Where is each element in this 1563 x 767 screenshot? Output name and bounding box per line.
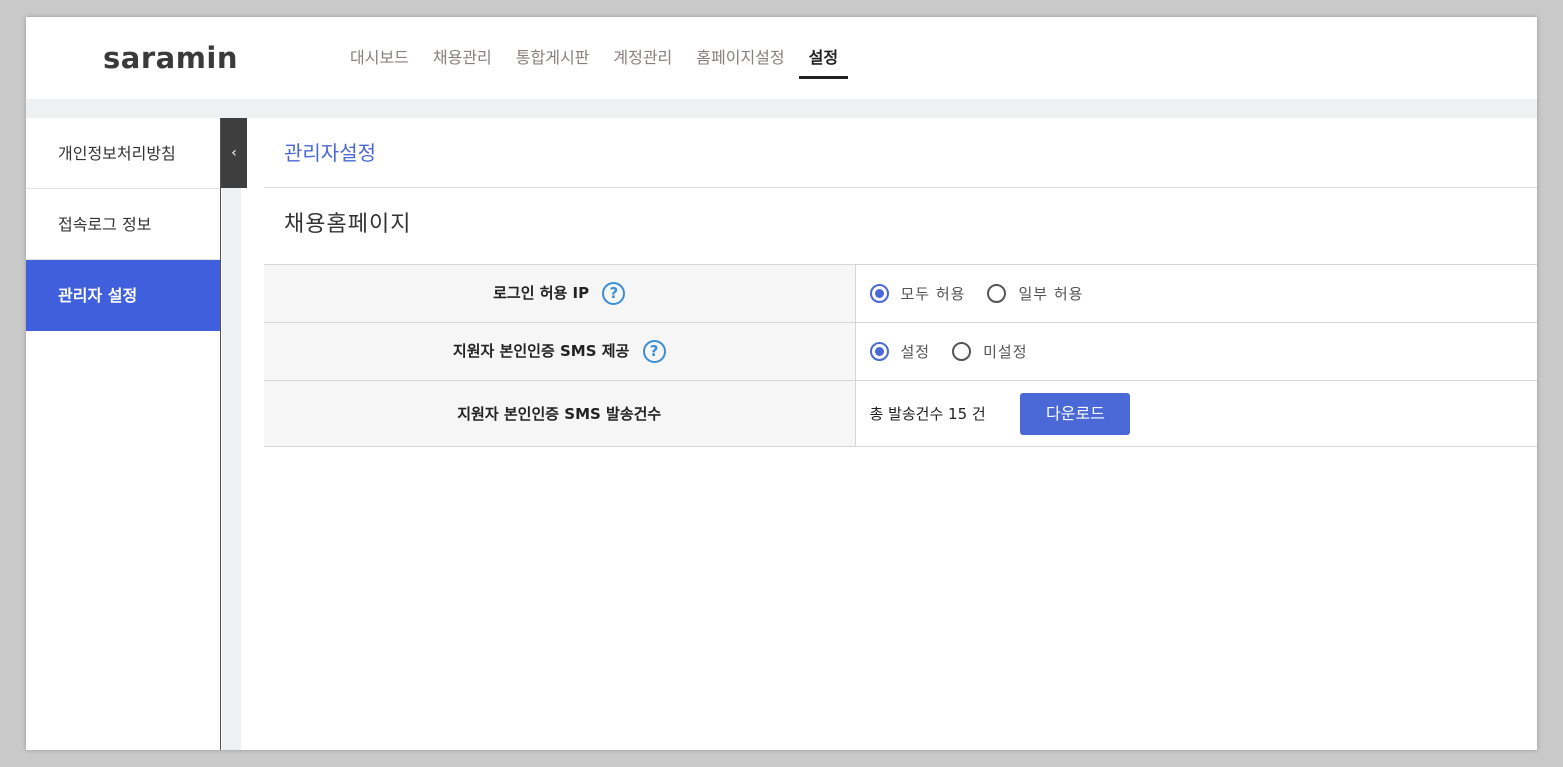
- sidebar-gutter: [222, 188, 241, 750]
- row-label-cell: 로그인 허용 IP ?: [264, 264, 856, 323]
- chevron-left-icon: ‹: [231, 145, 237, 161]
- nav-recruit-management[interactable]: 채용관리: [433, 17, 492, 99]
- row-label-cell: 지원자 본인인증 SMS 제공 ?: [264, 322, 856, 381]
- nav-settings[interactable]: 설정: [798, 17, 849, 99]
- nav-account-management[interactable]: 계정관리: [613, 17, 672, 99]
- sidebar-collapse-button[interactable]: ‹: [221, 118, 247, 188]
- page-title: 관리자설정: [284, 141, 376, 165]
- radio-allow-partial[interactable]: 일부 허용: [987, 283, 1083, 304]
- title-divider: [264, 187, 1537, 188]
- radio-circle[interactable]: [952, 342, 972, 361]
- radio-label: 모두 허용: [900, 285, 966, 303]
- sms-auth-radio-group: 설정 미설정: [869, 341, 1538, 362]
- nav-homepage-settings[interactable]: 홈페이지설정: [696, 17, 784, 99]
- download-button[interactable]: 다운로드: [1020, 392, 1131, 435]
- row-value-cell: 설정 미설정: [855, 322, 1538, 381]
- sidebar: 개인정보처리방침 접속로그 정보 관리자 설정: [26, 118, 221, 750]
- row-label-cell: 지원자 본인인증 SMS 발송건수: [264, 380, 856, 447]
- radio-allow-all[interactable]: 모두 허용: [869, 283, 966, 304]
- top-header: saramin 대시보드 채용관리 통합게시판 계정관리 홈페이지설정 설정: [26, 17, 1537, 99]
- settings-table: 로그인 허용 IP ? 모두 허용 일부 허용 지원자 본인인증 SMS 제공 …: [264, 264, 1537, 447]
- radio-label: 일부 허용: [1018, 285, 1084, 303]
- saramin-logo[interactable]: saramin: [103, 41, 238, 75]
- table-row: 지원자 본인인증 SMS 발송건수 총 발송건수 15 건 다운로드: [264, 380, 1537, 447]
- help-icon[interactable]: ?: [642, 340, 666, 363]
- radio-label: 설정: [900, 343, 931, 361]
- app-window: saramin 대시보드 채용관리 통합게시판 계정관리 홈페이지설정 설정 개…: [26, 17, 1537, 750]
- radio-disabled[interactable]: 미설정: [952, 341, 1027, 362]
- nav-dashboard[interactable]: 대시보드: [350, 17, 409, 99]
- header-divider-band: [26, 99, 1537, 118]
- row-value-cell: 모두 허용 일부 허용: [855, 264, 1538, 323]
- sidebar-item-privacy-policy[interactable]: 개인정보처리방침: [26, 118, 220, 189]
- sidebar-item-access-log[interactable]: 접속로그 정보: [26, 189, 220, 260]
- section-title: 채용홈페이지: [284, 212, 412, 237]
- table-row: 지원자 본인인증 SMS 제공 ? 설정 미설정: [264, 322, 1538, 381]
- radio-circle[interactable]: [987, 284, 1007, 303]
- help-icon[interactable]: ?: [602, 282, 626, 305]
- radio-label: 미설정: [983, 343, 1028, 361]
- sms-auth-label: 지원자 본인인증 SMS 제공: [452, 342, 630, 360]
- row-value-cell: 총 발송건수 15 건 다운로드: [855, 380, 1537, 447]
- main-nav: 대시보드 채용관리 통합게시판 계정관리 홈페이지설정 설정: [350, 17, 862, 99]
- radio-circle[interactable]: [869, 342, 889, 361]
- nav-integrated-board[interactable]: 통합게시판: [516, 17, 590, 99]
- login-ip-label: 로그인 허용 IP: [493, 284, 590, 302]
- table-row: 로그인 허용 IP ? 모두 허용 일부 허용: [264, 264, 1538, 323]
- sms-count-label: 지원자 본인인증 SMS 발송건수: [457, 405, 662, 423]
- sidebar-item-admin-settings[interactable]: 관리자 설정: [26, 260, 220, 331]
- main-content: 관리자설정 채용홈페이지 로그인 허용 IP ? 모두 허용 일부 허용 지원자…: [264, 118, 1537, 750]
- radio-enabled[interactable]: 설정: [869, 341, 931, 362]
- login-ip-radio-group: 모두 허용 일부 허용: [869, 283, 1538, 304]
- radio-circle[interactable]: [869, 284, 889, 303]
- sms-count-text: 총 발송건수 15 건: [869, 405, 986, 423]
